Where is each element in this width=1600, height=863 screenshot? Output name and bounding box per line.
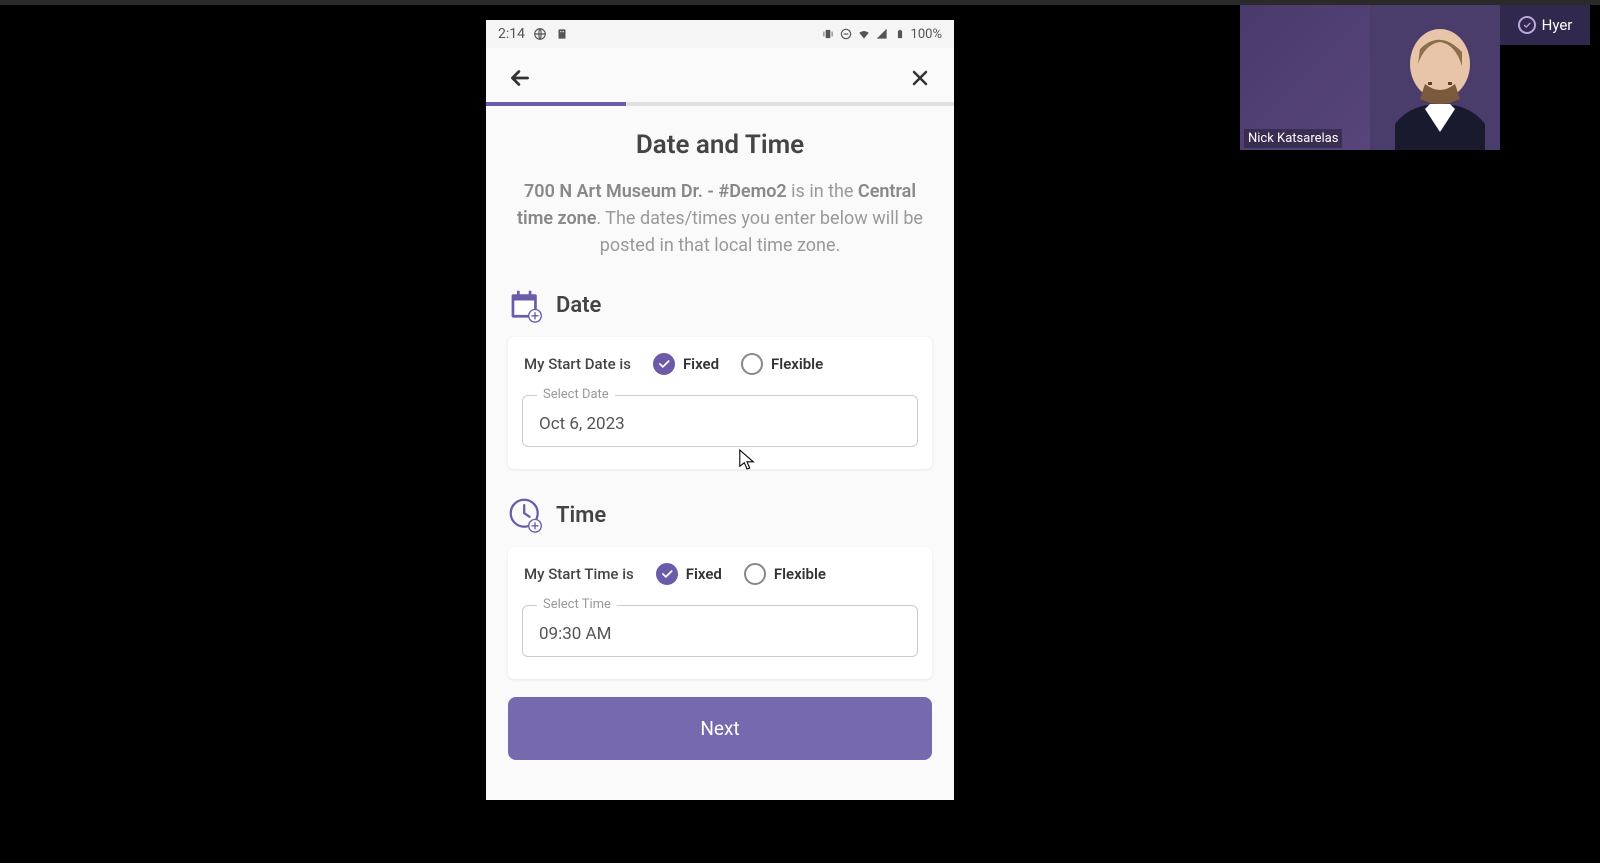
date-section-title: Date (556, 293, 601, 318)
time-input-value: 09:30 AM (539, 624, 901, 644)
speaker-name-label: Nick Katsarelas (1244, 129, 1342, 148)
date-input[interactable]: Select Date Oct 6, 2023 (522, 395, 918, 447)
radio-unchecked-icon (744, 563, 766, 585)
time-card: My Start Time is Fixed Flexible Select T… (508, 547, 932, 679)
date-section-header: Date (508, 287, 932, 323)
date-card: My Start Date is Fixed Flexible Select D… (508, 337, 932, 469)
radio-unchecked-icon (741, 353, 763, 375)
time-input-label: Select Time (537, 597, 617, 612)
speaker-avatar (1370, 4, 1500, 150)
time-input[interactable]: Select Time 09:30 AM (522, 605, 918, 657)
calendar-icon (508, 287, 544, 323)
no-disturb-icon (839, 27, 853, 41)
time-fixed-option[interactable]: Fixed (656, 563, 722, 585)
date-input-value: Oct 6, 2023 (539, 414, 901, 434)
signal-icon (875, 27, 889, 41)
check-circle-icon (1518, 16, 1536, 34)
page-description: 700 N Art Museum Dr. - #Demo2 is in the … (508, 178, 932, 259)
time-flexible-option[interactable]: Flexible (744, 563, 826, 585)
radio-checked-icon (653, 353, 675, 375)
status-battery: 100% (911, 27, 942, 42)
close-button[interactable] (906, 64, 934, 92)
progress-bar (486, 102, 954, 106)
vibrate-icon (821, 27, 835, 41)
clock-icon (508, 497, 544, 533)
start-date-label: My Start Date is (524, 355, 631, 373)
radio-checked-icon (656, 563, 678, 585)
video-speaker-panel: Nick Katsarelas (1240, 4, 1500, 150)
time-section-title: Time (556, 503, 606, 528)
battery-icon (893, 27, 907, 41)
globe-icon (533, 27, 547, 41)
hyer-brand-badge: Hyer (1500, 5, 1590, 45)
date-flexible-option[interactable]: Flexible (741, 353, 823, 375)
date-fixed-option[interactable]: Fixed (653, 353, 719, 375)
start-time-label: My Start Time is (524, 565, 634, 583)
phone-status-bar: 2:14 100% (486, 20, 954, 48)
status-time: 2:14 (498, 26, 525, 42)
wifi-icon (857, 27, 871, 41)
date-input-label: Select Date (537, 387, 615, 402)
next-button[interactable]: Next (508, 697, 932, 760)
back-button[interactable] (506, 64, 534, 92)
mobile-app-screen: 2:14 100% (486, 20, 954, 800)
building-icon (555, 27, 569, 41)
time-section-header: Time (508, 497, 932, 533)
page-title: Date and Time (508, 130, 932, 160)
nav-bar (486, 48, 954, 102)
